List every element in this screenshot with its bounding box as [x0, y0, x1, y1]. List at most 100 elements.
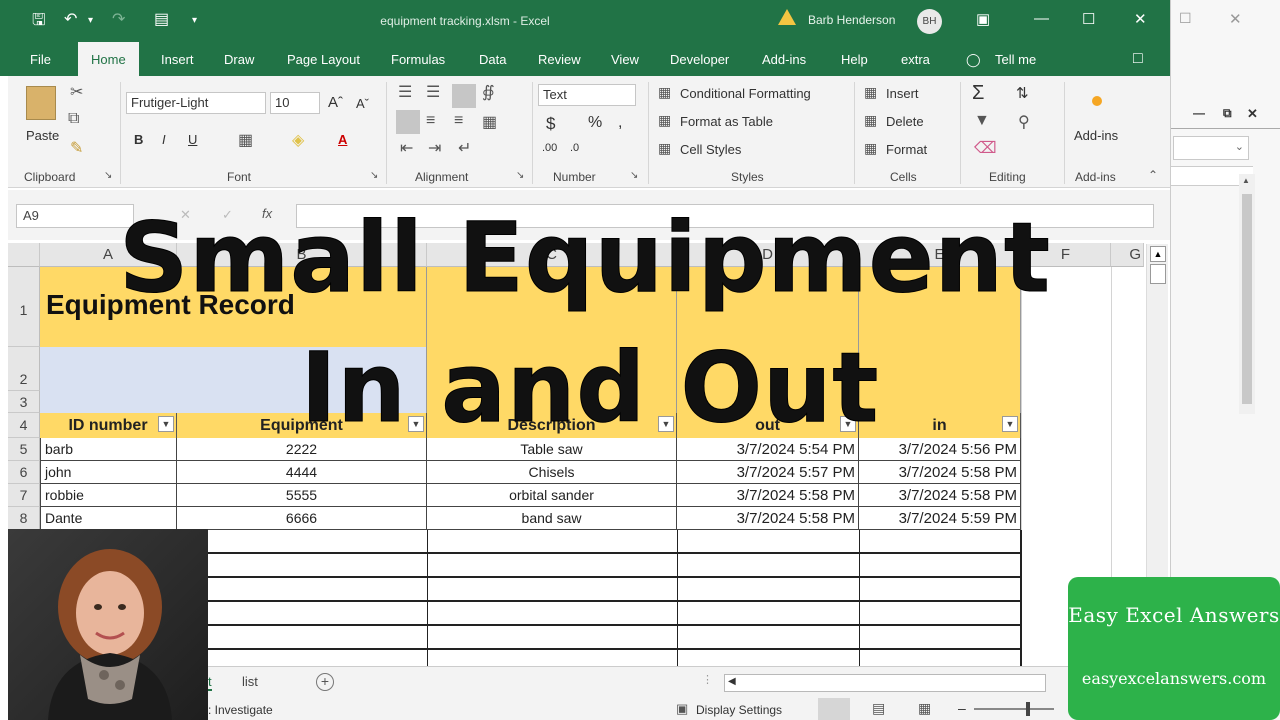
cell-out[interactable]: 3/7/2024 5:57 PM — [677, 461, 859, 484]
format-as-table-button[interactable]: Format as Table — [680, 114, 773, 129]
zoom-slider-thumb[interactable] — [1026, 702, 1030, 716]
cell-in[interactable]: 3/7/2024 5:58 PM — [859, 461, 1021, 484]
delete-cells-button[interactable]: Delete — [886, 114, 924, 129]
tell-me-search[interactable]: Tell me — [995, 52, 1036, 67]
cell-description[interactable]: Chisels — [427, 461, 677, 484]
collapse-ribbon-icon[interactable]: ⌃ — [1148, 168, 1158, 182]
sheet-tab-active[interactable]: t — [208, 674, 212, 691]
cell-description[interactable]: orbital sander — [427, 484, 677, 507]
cell-id[interactable]: Dante — [40, 507, 177, 530]
tab-view[interactable]: View — [611, 52, 639, 67]
align-middle-icon[interactable]: ☰ — [426, 82, 440, 102]
cut-icon[interactable]: ✂ — [70, 82, 83, 102]
align-left-icon[interactable] — [396, 110, 420, 134]
decrease-decimal-icon[interactable]: .0 — [570, 142, 579, 154]
insert-cells-button[interactable]: Insert — [886, 86, 919, 101]
cell-equipment[interactable]: 5555 — [177, 484, 427, 507]
cell-id[interactable]: robbie — [40, 484, 177, 507]
wrap-text-icon[interactable]: ↵ — [458, 138, 471, 158]
pane-combo[interactable]: ⌄ — [1173, 136, 1249, 160]
alignment-launcher-icon[interactable]: ↘ — [516, 170, 524, 181]
find-select-icon[interactable]: ⚲ — [1018, 112, 1030, 132]
normal-view-icon[interactable] — [818, 698, 850, 720]
tab-formulas[interactable]: Formulas — [391, 52, 445, 67]
restore-icon[interactable]: ⧉ — [1223, 106, 1232, 121]
increase-indent-icon[interactable]: ⇥ — [428, 138, 441, 158]
cell-in[interactable]: 3/7/2024 5:59 PM — [859, 507, 1021, 530]
tab-file[interactable]: File — [30, 52, 51, 67]
close-icon[interactable]: ✕ — [1134, 10, 1147, 28]
row-header[interactable]: 7 — [8, 484, 40, 507]
user-name[interactable]: Barb Henderson — [808, 13, 895, 27]
avatar[interactable]: BH — [917, 9, 942, 34]
page-break-view-icon[interactable]: ▦ — [918, 700, 931, 717]
cell-out[interactable]: 3/7/2024 5:58 PM — [677, 484, 859, 507]
cell-equipment[interactable]: 6666 — [177, 507, 427, 530]
paste-icon[interactable] — [26, 86, 56, 120]
tab-insert[interactable]: Insert — [161, 52, 194, 67]
pane-scrollbar[interactable]: ▲ — [1239, 174, 1255, 414]
align-top-icon[interactable]: ☰ — [398, 82, 412, 102]
decrease-indent-icon[interactable]: ⇤ — [400, 138, 413, 158]
clipboard-launcher-icon[interactable]: ↘ — [104, 170, 112, 181]
minimize-icon[interactable]: — — [1034, 10, 1049, 27]
align-center-icon[interactable]: ≡ — [426, 112, 435, 130]
sheet-tab-list[interactable]: list — [242, 674, 258, 689]
row-header[interactable]: 6 — [8, 461, 40, 484]
clear-icon[interactable]: ⌫ — [974, 138, 997, 158]
scroll-thumb[interactable] — [1242, 194, 1252, 404]
page-layout-view-icon[interactable]: ▤ — [872, 700, 885, 717]
font-launcher-icon[interactable]: ↘ — [370, 170, 378, 181]
cell-description[interactable]: band saw — [427, 507, 677, 530]
scroll-up-icon[interactable]: ▲ — [1242, 176, 1250, 185]
align-right-icon[interactable]: ≡ — [454, 112, 463, 130]
conditional-formatting-button[interactable]: Conditional Formatting — [680, 86, 811, 101]
number-format-combo[interactable]: Text — [538, 84, 636, 106]
tab-extra[interactable]: extra — [901, 52, 930, 67]
comma-icon[interactable]: , — [618, 114, 622, 132]
comments-icon[interactable]: □ — [1133, 50, 1143, 68]
row-header[interactable]: 8 — [8, 507, 40, 530]
format-painter-icon[interactable]: ✎ — [70, 138, 83, 158]
fill-color-icon[interactable]: ◈ — [292, 130, 304, 150]
warning-icon[interactable] — [778, 9, 796, 25]
ribbon-display-icon[interactable]: ▣ — [976, 10, 990, 28]
tab-home[interactable]: Home — [78, 42, 139, 76]
font-size-combo[interactable]: 10 — [270, 92, 320, 114]
font-color-icon[interactable]: A — [338, 132, 347, 147]
accessibility-status[interactable]: : Investigate — [208, 703, 273, 717]
underline-icon[interactable]: U — [188, 132, 197, 147]
zoom-slider[interactable] — [974, 708, 1054, 710]
tab-draw[interactable]: Draw — [224, 52, 254, 67]
minimize-icon[interactable]: — — [1193, 106, 1205, 120]
font-name-combo[interactable]: Frutiger-Light — [126, 92, 266, 114]
fill-icon[interactable]: ▼ — [974, 112, 990, 130]
maximize-icon[interactable]: ☐ — [1179, 10, 1192, 27]
sort-filter-icon[interactable]: ⇅ — [1016, 84, 1029, 102]
zoom-out-icon[interactable]: – — [958, 700, 966, 716]
tab-data[interactable]: Data — [479, 52, 506, 67]
orientation-icon[interactable]: ∯ — [482, 82, 495, 102]
horizontal-scrollbar[interactable]: ◀ — [724, 674, 1046, 692]
maximize-icon[interactable]: ☐ — [1082, 10, 1095, 28]
grow-font-icon[interactable]: Aˆ — [328, 94, 343, 111]
number-launcher-icon[interactable]: ↘ — [630, 170, 638, 181]
tab-developer[interactable]: Developer — [670, 52, 729, 67]
cell-equipment[interactable]: 4444 — [177, 461, 427, 484]
copy-icon[interactable]: ⧉ — [68, 110, 79, 128]
display-settings-button[interactable]: Display Settings — [696, 703, 782, 717]
percent-icon[interactable]: % — [588, 114, 602, 132]
close-pane-icon[interactable]: ✕ — [1247, 106, 1258, 122]
shrink-font-icon[interactable]: Aˇ — [356, 96, 369, 111]
cell-in[interactable]: 3/7/2024 5:58 PM — [859, 484, 1021, 507]
tab-help[interactable]: Help — [841, 52, 868, 67]
merge-center-icon[interactable]: ▦ — [482, 112, 497, 132]
borders-icon[interactable]: ▦ — [238, 130, 253, 150]
increase-decimal-icon[interactable]: .00 — [542, 142, 557, 154]
italic-icon[interactable]: I — [162, 132, 166, 147]
currency-icon[interactable]: $ — [546, 114, 555, 134]
format-cells-button[interactable]: Format — [886, 142, 927, 157]
add-ins-button[interactable]: Add-ins — [1074, 128, 1118, 143]
add-sheet-icon[interactable]: + — [316, 673, 334, 691]
tab-review[interactable]: Review — [538, 52, 581, 67]
